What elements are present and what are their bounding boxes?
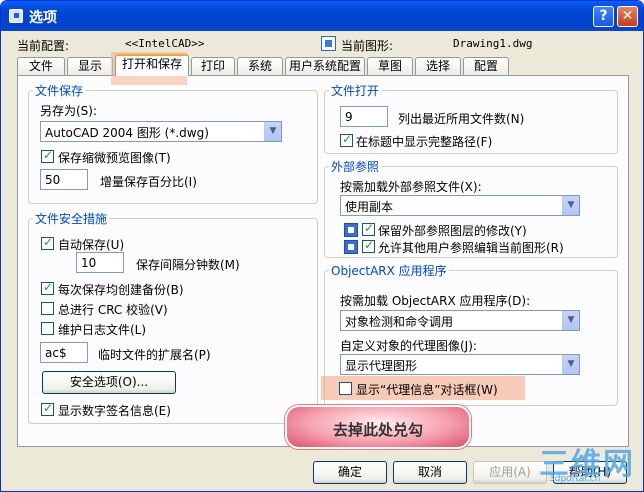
- digital-signature-label: 显示数字签名信息(E): [58, 404, 171, 418]
- current-drawing-value: Drawing1.dwg: [453, 37, 533, 50]
- drawing-setting-icon: [344, 240, 358, 254]
- xref-demand-load-value: 使用副本: [345, 200, 394, 214]
- current-profile-value: <<IntelCAD>>: [125, 37, 205, 50]
- security-options-button[interactable]: 安全选项(O)...: [42, 371, 176, 394]
- full-path-label: 在标题中显示完整路径(F): [356, 135, 493, 149]
- tab-user-preferences[interactable]: 用户系统配置: [285, 57, 365, 75]
- arx-demand-load-label: 按需加载 ObjectARX 应用程序(D):: [340, 294, 531, 308]
- backup-checkbox[interactable]: [41, 280, 54, 295]
- tab-display[interactable]: 显示: [67, 57, 113, 75]
- crc-label: 总进行 CRC 校验(V): [58, 303, 168, 317]
- retain-xref-layers-label: 保留外部参照图层的修改(Y): [378, 224, 527, 238]
- current-drawing-label: 当前图形:: [341, 39, 394, 53]
- recent-files-input[interactable]: [340, 106, 388, 127]
- app-icon: [9, 9, 23, 23]
- options-dialog: 选项 ? ✕ 当前配置: <<IntelCAD>> 当前图形: Drawing1…: [0, 0, 644, 492]
- full-path-checkbox[interactable]: [340, 132, 353, 147]
- temp-ext-label: 临时文件的扩展名(P): [98, 348, 211, 362]
- close-button[interactable]: ✕: [617, 6, 638, 27]
- chevron-down-icon[interactable]: ▼: [562, 311, 579, 330]
- annotation-callout: 去掉此处兑勾: [285, 405, 471, 449]
- backup-label: 每次保存均创建备份(B): [58, 283, 184, 297]
- arx-demand-load-value: 对象检测和命令调用: [345, 315, 454, 329]
- cancel-button[interactable]: 取消: [393, 461, 467, 484]
- save-thumbnail-checkbox[interactable]: [41, 148, 54, 163]
- allow-xref-edit-checkbox[interactable]: [362, 238, 375, 253]
- allow-xref-edit-label: 允许其他用户参照编辑当前图形(R): [378, 241, 564, 255]
- recent-files-label: 列出最近所用文件数(N): [398, 112, 525, 126]
- help-title-button[interactable]: ?: [593, 6, 614, 27]
- save-as-select[interactable]: AutoCAD 2004 图形 (*.dwg) ▼: [40, 121, 282, 142]
- xref-legend: 外部参照: [331, 160, 380, 174]
- save-thumbnail-label: 保存缩微预览图像(T): [58, 151, 171, 165]
- save-as-value: AutoCAD 2004 图形 (*.dwg): [45, 126, 209, 140]
- digital-signature-checkbox[interactable]: [41, 401, 54, 416]
- incremental-save-input[interactable]: [40, 169, 88, 190]
- retain-xref-layers-checkbox[interactable]: [362, 221, 375, 236]
- objectarx-legend: ObjectARX 应用程序: [331, 264, 447, 278]
- title-bar[interactable]: 选项 ? ✕: [1, 1, 643, 31]
- window-title: 选项: [29, 10, 57, 26]
- autosave-minutes-input[interactable]: [76, 252, 124, 273]
- tab-system[interactable]: 系统: [237, 57, 283, 75]
- autosave-checkbox[interactable]: [41, 235, 54, 250]
- watermark-url: 3dportal.cn: [549, 474, 601, 484]
- tab-selection[interactable]: 选择: [415, 57, 461, 75]
- save-as-label: 另存为(S):: [40, 104, 98, 118]
- chevron-down-icon[interactable]: ▼: [562, 355, 579, 374]
- temp-ext-input[interactable]: [40, 342, 88, 363]
- tab-plot[interactable]: 打印: [191, 57, 235, 75]
- tab-profiles[interactable]: 配置: [463, 57, 509, 75]
- proxy-images-value: 显示代理图形: [345, 359, 418, 373]
- log-file-label: 维护日志文件(L): [58, 323, 147, 337]
- xref-demand-load-label: 按需加载外部参照文件(X):: [340, 180, 482, 194]
- proxy-info-label: 显示“代理信息”对话框(W): [356, 383, 498, 397]
- crc-checkbox[interactable]: [41, 302, 54, 315]
- annotation-callout-text: 去掉此处兑勾: [332, 421, 423, 439]
- proxy-images-label: 自定义对象的代理图像(J):: [340, 339, 477, 353]
- proxy-info-checkbox[interactable]: [339, 382, 352, 395]
- tab-files[interactable]: 文件: [17, 57, 65, 75]
- ok-button[interactable]: 确定: [313, 461, 387, 484]
- incremental-save-label: 增量保存百分比(I): [100, 175, 197, 189]
- log-file-checkbox[interactable]: [41, 322, 54, 335]
- tab-drafting[interactable]: 草图: [367, 57, 413, 75]
- autosave-minutes-label: 保存间隔分钟数(M): [136, 258, 240, 272]
- arx-demand-load-select[interactable]: 对象检测和命令调用 ▼: [340, 310, 580, 331]
- file-safety-legend: 文件安全措施: [35, 212, 108, 226]
- xref-demand-load-select[interactable]: 使用副本 ▼: [340, 195, 580, 216]
- tab-open-save[interactable]: 打开和保存: [115, 54, 189, 76]
- current-profile-label: 当前配置:: [17, 39, 70, 53]
- proxy-images-select[interactable]: 显示代理图形 ▼: [340, 354, 580, 375]
- file-save-legend: 文件保存: [35, 84, 84, 98]
- drawing-setting-icon: [344, 223, 358, 237]
- autosave-label: 自动保存(U): [58, 238, 125, 252]
- apply-button[interactable]: 应用(A): [473, 461, 547, 484]
- chevron-down-icon[interactable]: ▼: [264, 122, 281, 141]
- chevron-down-icon[interactable]: ▼: [562, 196, 579, 215]
- file-open-legend: 文件打开: [331, 84, 380, 98]
- drawing-icon: [321, 36, 336, 51]
